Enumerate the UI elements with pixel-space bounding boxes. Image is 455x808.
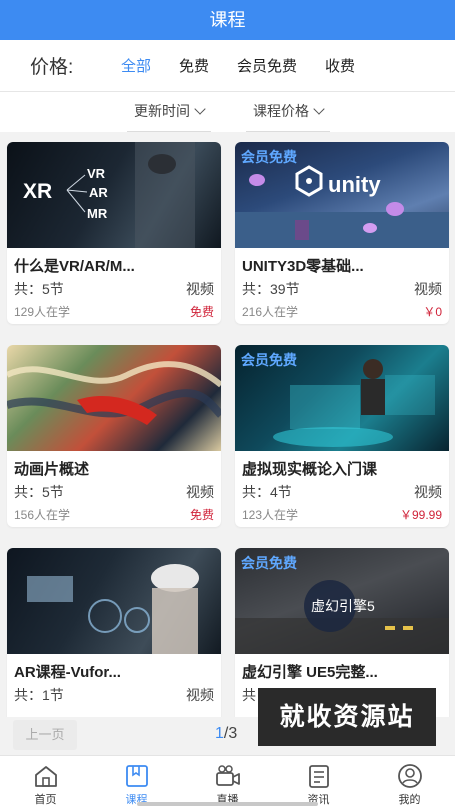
filter-option-free[interactable]: 免费	[176, 55, 212, 76]
current-page: 1	[215, 725, 224, 742]
filter-option-paid[interactable]: 收费	[322, 55, 358, 76]
course-thumbnail: 会员免费	[235, 345, 449, 451]
course-thumbnail	[7, 345, 221, 451]
course-learners: 123人在学	[242, 508, 299, 522]
course-title: UNITY3D零基础...	[242, 258, 364, 275]
tab-home-label: 首页	[34, 794, 57, 806]
course-thumbnail: 会员免费 unity	[235, 142, 449, 248]
course-learners: 156人在学	[14, 508, 71, 522]
course-type: 视频	[414, 484, 442, 500]
thumb-text-mr: MR	[87, 206, 108, 221]
vip-badge: 会员免费	[241, 149, 297, 165]
thumb-text-vr: VR	[87, 166, 106, 181]
course-title: 虚拟现实概论入门课	[242, 461, 378, 478]
unity-logo-text: unity	[328, 172, 381, 197]
course-sections: 共	[242, 687, 256, 703]
sort-course-price[interactable]: 课程价格	[246, 92, 330, 132]
course-card[interactable]: AR课程-Vufor... 共：1节 视频	[7, 548, 221, 717]
unreal-logo-text: 虚幻引擎5	[311, 598, 375, 614]
price-filter-bar: 价格: 全部 免费 会员免费 收费	[0, 40, 455, 92]
course-grid: XR VR AR MR 什么是VR/AR/M... 共：5节 视频 129人在学…	[0, 132, 455, 717]
course-title: 动画片概述	[14, 461, 90, 478]
sort-update-time-label: 更新时间	[134, 103, 190, 119]
sort-course-price-label: 课程价格	[253, 103, 309, 119]
vip-badge: 会员免费	[241, 352, 297, 368]
filter-option-all[interactable]: 全部	[118, 55, 154, 76]
tab-live[interactable]: 直播	[182, 756, 273, 808]
course-price: ￥0	[423, 305, 442, 319]
page-indicator: 1/3	[215, 725, 237, 743]
price-filter-label: 价格:	[30, 57, 74, 78]
course-type: 视频	[414, 281, 442, 297]
live-camera-icon	[215, 765, 240, 786]
animation-illustration	[7, 361, 221, 425]
home-icon	[34, 766, 57, 787]
course-sections: 共：5节	[14, 281, 64, 297]
course-price: 免费	[189, 305, 214, 319]
ar-illustration	[27, 564, 199, 654]
course-title: AR课程-Vufor...	[14, 664, 121, 681]
prev-page-button[interactable]: 上一页	[13, 720, 77, 750]
course-thumbnail	[7, 548, 221, 654]
course-sections: 共：39节	[242, 281, 300, 297]
bottom-tab-bar: 首页 课程 直播 资讯 我的	[0, 755, 455, 808]
course-card[interactable]: 动画片概述 共：5节 视频 156人在学 免费	[7, 345, 221, 527]
thumb-text-xr: XR	[23, 180, 53, 203]
course-thumbnail: 会员免费 虚幻引擎5	[235, 548, 449, 654]
home-indicator	[137, 802, 318, 806]
course-type: 视频	[186, 281, 214, 297]
chevron-down-icon	[194, 103, 206, 115]
vip-badge: 会员免费	[241, 555, 297, 571]
course-card[interactable]: 会员免费 unity UNITY3D零基础... 共：39节 视频 216人在学…	[235, 142, 449, 324]
course-learners: 129人在学	[14, 305, 71, 319]
course-sections: 共：5节	[14, 484, 64, 500]
tab-home[interactable]: 首页	[0, 756, 91, 808]
watermark-overlay: 就收资源站	[258, 688, 436, 746]
course-title: 什么是VR/AR/M...	[14, 258, 135, 275]
course-thumbnail: XR VR AR MR	[7, 142, 221, 248]
tab-mine[interactable]: 我的	[364, 756, 455, 808]
course-price: ￥99.99	[399, 508, 442, 522]
course-icon	[125, 765, 148, 787]
course-title: 虚幻引擎 UE5完整...	[242, 664, 378, 681]
sort-bar: 更新时间 课程价格	[0, 92, 455, 132]
sort-update-time[interactable]: 更新时间	[127, 92, 211, 132]
page-title: 课程	[0, 0, 455, 40]
thumb-text-ar: AR	[89, 185, 108, 200]
course-learners: 216人在学	[242, 305, 299, 319]
user-icon	[397, 764, 422, 788]
tab-course[interactable]: 课程	[91, 756, 182, 808]
filter-option-member-free[interactable]: 会员免费	[234, 55, 300, 76]
course-card[interactable]: 会员免费 虚拟现实概论入门课 共：4节 视频 123人在学 ￥99.99	[235, 345, 449, 527]
course-price: 免费	[189, 508, 214, 522]
course-type: 视频	[186, 484, 214, 500]
news-icon	[308, 765, 329, 788]
total-pages: /3	[223, 725, 238, 742]
course-card[interactable]: XR VR AR MR 什么是VR/AR/M... 共：5节 视频 129人在学…	[7, 142, 221, 324]
chevron-down-icon	[313, 103, 325, 115]
course-type: 视频	[186, 687, 214, 703]
tab-mine-label: 我的	[398, 794, 421, 806]
tab-news[interactable]: 资讯	[273, 756, 364, 808]
course-sections: 共：4节	[242, 484, 292, 500]
course-sections: 共：1节	[14, 687, 64, 703]
